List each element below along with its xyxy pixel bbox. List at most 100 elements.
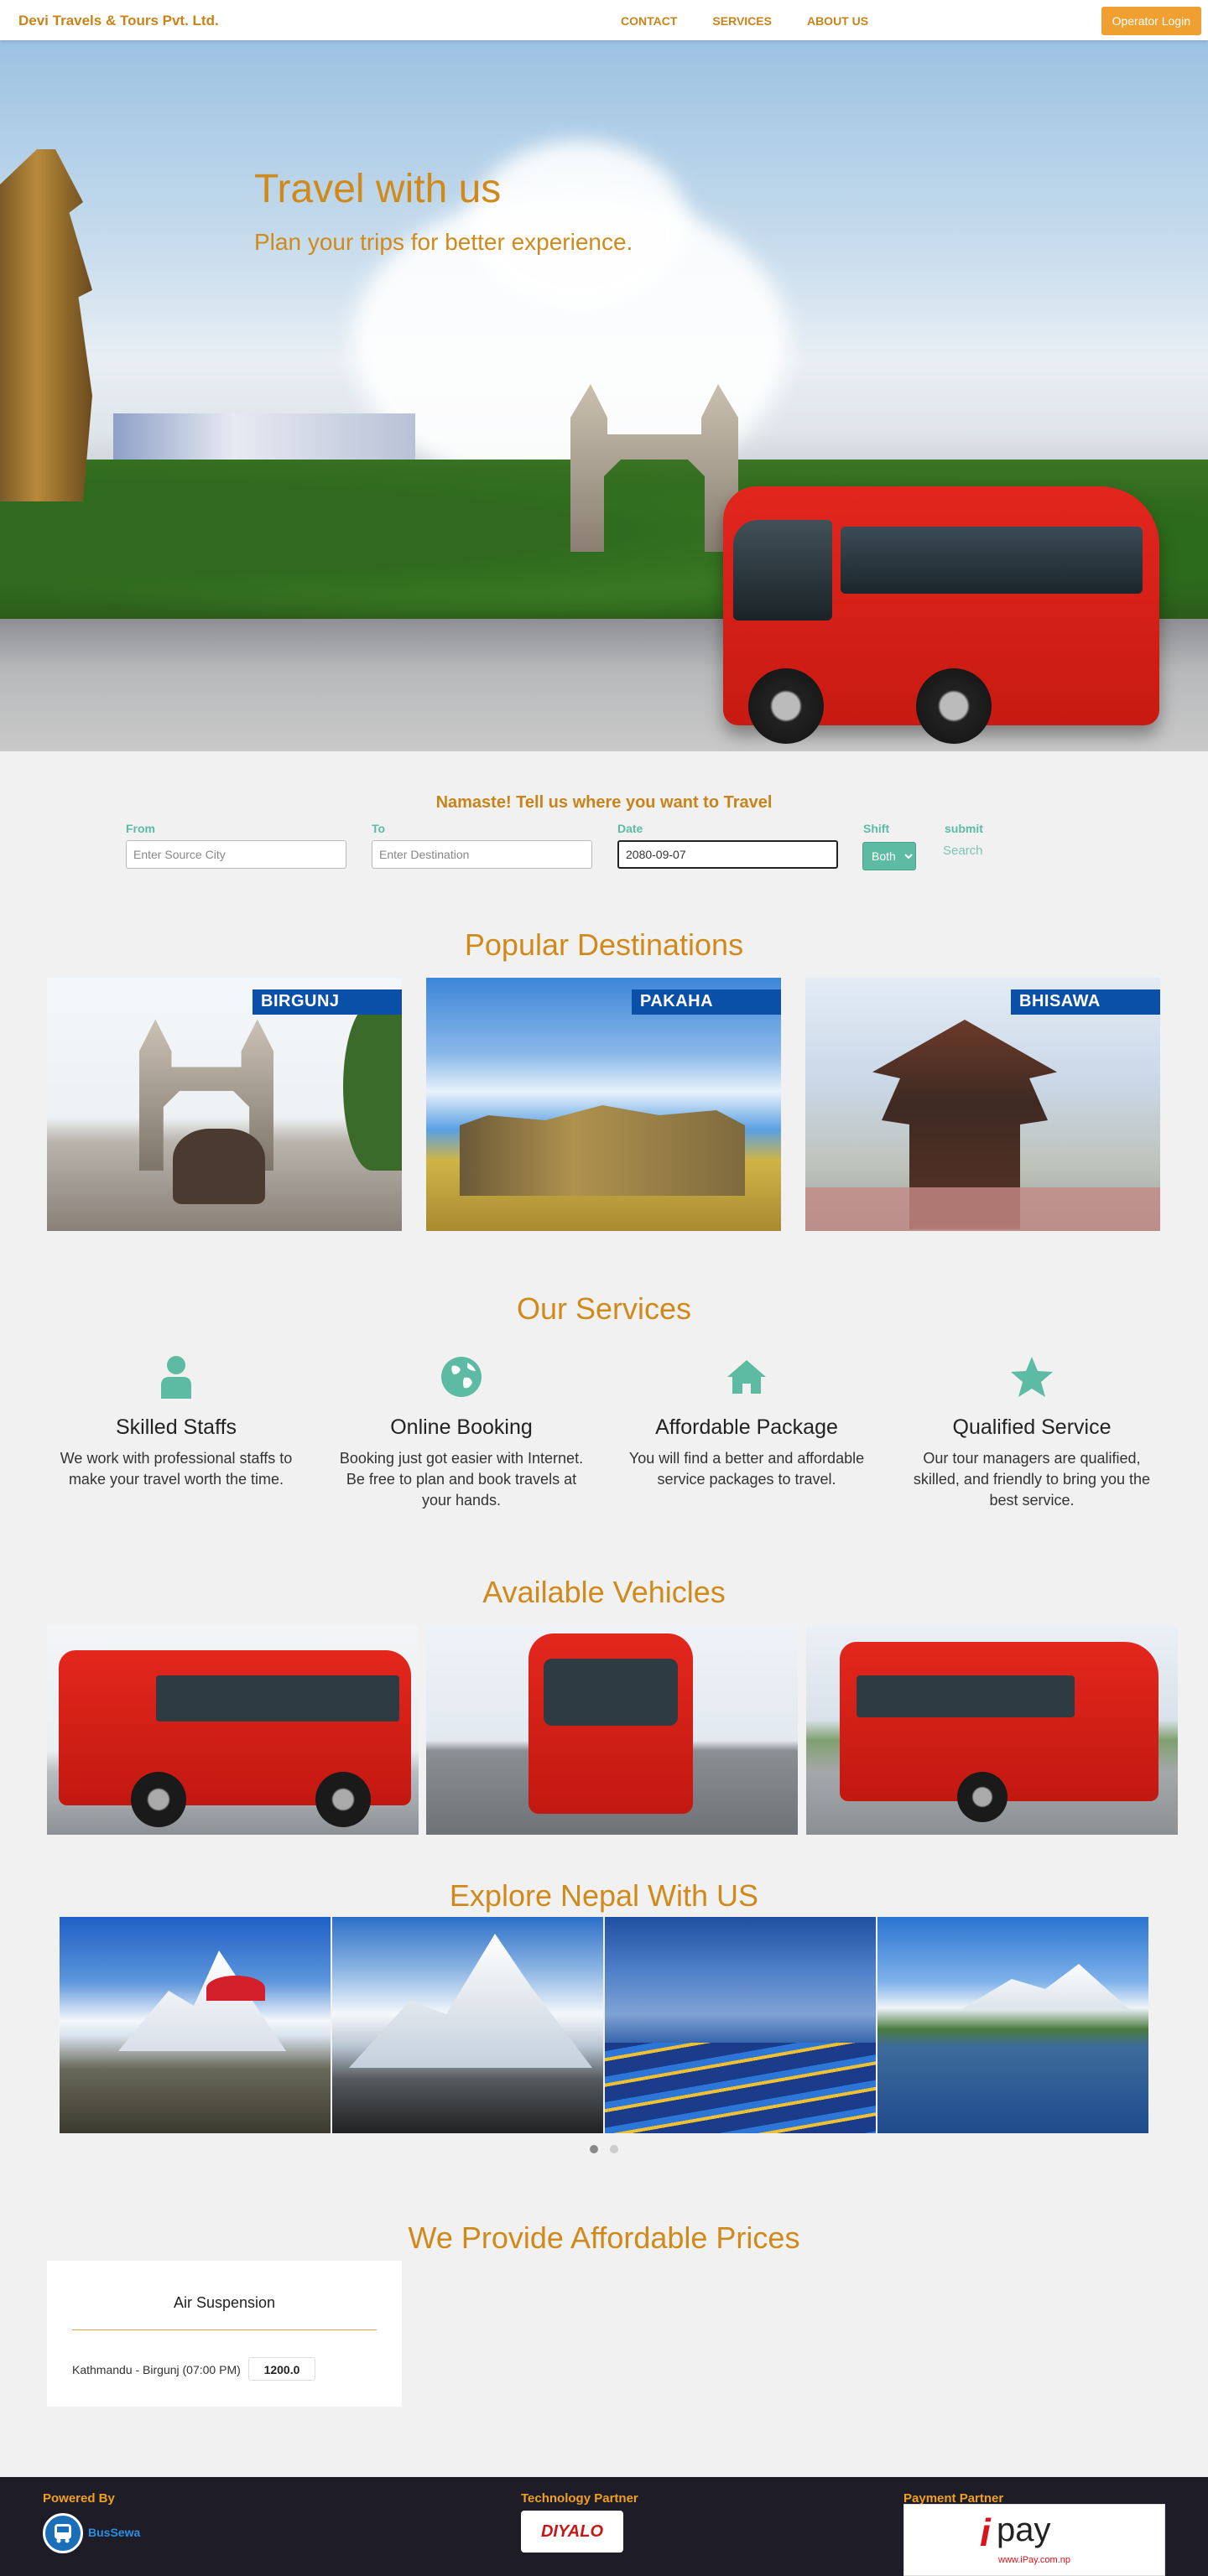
person-icon [50,1355,302,1399]
price-route: Kathmandu - Birgunj (07:00 PM) [72,2363,241,2376]
price-category: Air Suspension [173,2294,276,2311]
section-title: Popular Destinations [464,927,744,962]
technology-partner-heading: Technology Partner [521,2491,638,2506]
nav-link-contact[interactable]: CONTACT [621,14,677,28]
carousel-image[interactable] [605,1917,876,2133]
cart-image [173,1129,265,1204]
carousel-image[interactable] [60,1917,331,2133]
carousel-image[interactable] [877,1917,1148,2133]
bus-windshield [544,1659,678,1726]
section-title: Our Services [516,1291,692,1326]
mountain-image [349,1934,592,2068]
hero-clock-tower [0,149,92,501]
shift-label: Shift [863,822,890,835]
bus-windows [156,1675,399,1722]
mountain-image [118,1950,286,2051]
service-online-booking: Online Booking Booking just got easier w… [336,1355,587,1511]
shift-select[interactable]: Both [862,842,916,870]
vehicle-image[interactable] [426,1625,798,1835]
paraglider-image [206,1976,265,2001]
brand-name[interactable]: Devi Travels & Tours Pvt. Ltd. [18,13,219,29]
bus-wheel [957,1772,1008,1822]
carousel-image[interactable] [332,1917,603,2133]
destination-card-birgunj[interactable]: BIRGUNJ [47,978,402,1231]
hero-subtitle: Plan your trips for better experience. [254,229,633,255]
service-description: Booking just got easier with Internet. B… [339,1450,584,1509]
globe-icon [336,1355,587,1399]
our-services-section: Our Services Skilled Staffs We work with… [0,1291,1208,1575]
railing-image [805,1187,1160,1231]
to-label: To [372,822,386,835]
price-amount: 1200.0 [248,2357,315,2381]
service-description: We work with professional staffs to make… [60,1450,293,1488]
bus-windows [841,527,1143,594]
diyalo-logo[interactable]: DIYALO [521,2511,623,2553]
hero-title: Travel with us [254,167,502,211]
hero-bus-image [723,486,1159,744]
vehicle-image[interactable] [806,1625,1178,1835]
search-heading: Namaste! Tell us where you want to Trave… [435,793,773,812]
ipay-logo-text: pay [997,2511,1051,2548]
submit-label: submit [945,822,983,835]
date-input[interactable] [617,840,838,869]
available-vehicles-section: Available Vehicles [0,1575,1208,1878]
bus-windows [857,1675,1075,1717]
powered-by-heading: Powered By [43,2491,115,2506]
bussewa-logo[interactable] [43,2513,83,2553]
affordable-prices-section: We Provide Affordable Prices Air Suspens… [0,2220,1208,2477]
hero-banner: Travel with us Plan your trips for bette… [0,40,1208,751]
ipay-logo[interactable]: i pay www.iPay.com.np [903,2504,1165,2576]
service-title: Skilled Staffs [115,1415,237,1439]
service-description: You will find a better and affordable se… [628,1450,865,1488]
bus-wheel [748,668,824,744]
bussewa-link[interactable]: BusSewa [88,2526,140,2539]
footer: Powered By BusSewa Technology Partner DI… [0,2477,1208,2576]
service-affordable-package: Affordable Package You will find a bette… [621,1355,872,1490]
to-input[interactable] [372,840,592,869]
nav-links: CONTACT SERVICES ABOUT US [621,14,868,28]
ruins-image [460,1105,745,1196]
service-description: Our tour managers are qualified, skilled… [913,1450,1151,1509]
mountain-image [961,1964,1129,2009]
section-title: Explore Nepal With US [449,1878,759,1913]
top-navbar: Devi Travels & Tours Pvt. Ltd. CONTACT S… [0,0,1208,40]
nav-link-about-us[interactable]: ABOUT US [807,14,868,28]
section-title: Available Vehicles [482,1575,726,1609]
operator-login-button[interactable]: Operator Login [1101,7,1201,35]
carousel-indicators [0,2145,1208,2153]
bus-image [840,1642,1159,1801]
ipay-url: www.iPay.com.np [998,2555,1070,2565]
bus-wheel [315,1772,371,1827]
diyalo-logo-text: DIYALO [540,2521,604,2541]
carousel-dot[interactable] [590,2145,598,2153]
home-icon [621,1355,872,1399]
from-label: From [126,822,155,835]
service-title: Qualified Service [952,1415,1112,1439]
price-card: Air Suspension Kathmandu - Birgunj (07:0… [47,2261,402,2407]
destination-card-bhisawa[interactable]: BHISAWA [805,978,1160,1231]
bus-wheel [131,1772,186,1827]
service-title: Online Booking [390,1415,533,1439]
carousel-dot[interactable] [610,2145,618,2153]
from-input[interactable] [126,840,346,869]
destination-card-pakaha[interactable]: PAKAHA [426,978,781,1231]
boats-image [605,2043,876,2133]
search-button[interactable]: Search [943,844,983,858]
section-title: We Provide Affordable Prices [408,2220,800,2255]
destination-label: BIRGUNJ [253,989,402,1015]
service-qualified-service: Qualified Service Our tour managers are … [906,1355,1158,1511]
nav-link-services[interactable]: SERVICES [712,14,772,28]
service-title: Affordable Package [655,1415,838,1439]
star-icon [906,1355,1158,1399]
vehicle-image[interactable] [47,1625,419,1835]
bus-icon [55,2524,71,2543]
destination-label: BHISAWA [1011,989,1160,1015]
date-label: Date [617,822,643,835]
destination-label: PAKAHA [632,989,781,1015]
service-skilled-staffs: Skilled Staffs We work with professional… [50,1355,302,1490]
ipay-i-glyph: i [980,2511,991,2554]
divider [72,2329,377,2330]
bus-windshield [733,520,832,621]
popular-destinations-section: Popular Destinations BIRGUNJ PAKAHA BHIS… [0,927,1208,1291]
bus-wheel [916,668,992,744]
